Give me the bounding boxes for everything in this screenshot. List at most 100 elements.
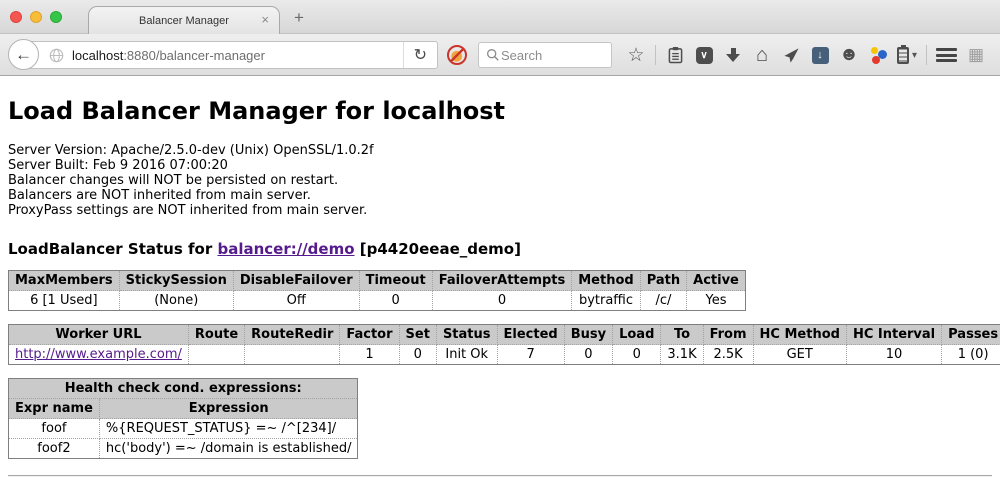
table-title-row: Health check cond. expressions: — [9, 379, 358, 399]
column-header: Status — [436, 325, 497, 345]
toolbar-divider — [655, 45, 656, 65]
toolbar-icons: ☆ ∨ ⌂ — [626, 34, 986, 76]
traffic-lights — [10, 11, 62, 23]
column-header: Path — [640, 271, 686, 291]
url-path: :8880/balancer-manager — [123, 48, 265, 63]
table-cell: (None) — [119, 291, 233, 311]
titlebar: Balancer Manager × + — [0, 0, 1000, 34]
table-row: foof2 hc('body') =~ /domain is establish… — [9, 439, 358, 459]
table-row: foof %{REQUEST_STATUS} =~ /^[234]/ — [9, 419, 358, 439]
column-header: Set — [399, 325, 436, 345]
table-title: Health check cond. expressions: — [9, 379, 358, 399]
page-title: Load Balancer Manager for localhost — [8, 97, 992, 125]
table-cell: 6 [1 Used] — [9, 291, 120, 311]
column-header: Factor — [340, 325, 399, 345]
status-suffix: [p4420eeae_demo] — [355, 240, 521, 258]
notice-line: Balancer changes will NOT be persisted o… — [8, 173, 992, 188]
table-cell — [245, 345, 340, 365]
table-cell: hc('body') =~ /domain is established/ — [99, 439, 358, 459]
browser-window: Balancer Manager × + ← localhost:8880/ba… — [0, 0, 1000, 491]
server-version-line: Server Version: Apache/2.5.0-dev (Unix) … — [8, 143, 992, 158]
table-cell: 0 — [359, 291, 432, 311]
table-cell: Yes — [687, 291, 746, 311]
balancer-status-heading: LoadBalancer Status for balancer://demo … — [8, 240, 992, 258]
balancer-settings-table: MaxMembers StickySession DisableFailover… — [8, 270, 746, 311]
page-content: Load Balancer Manager for localhost Serv… — [0, 76, 1000, 477]
window-minimize-button[interactable] — [30, 11, 42, 23]
column-header: Busy — [564, 325, 612, 345]
column-header: DisableFailover — [233, 271, 359, 291]
url-text: localhost:8880/balancer-manager — [72, 48, 265, 63]
search-bar[interactable] — [478, 42, 612, 68]
new-tab-button[interactable]: + — [294, 8, 304, 28]
table-cell: 7 — [497, 345, 564, 365]
table-cell: 0 — [564, 345, 612, 365]
colored-dots-extension-icon[interactable] — [868, 44, 888, 66]
column-header: HC Method — [753, 325, 846, 345]
column-header: HC Interval — [846, 325, 941, 345]
battery-extension-button[interactable]: ▾ — [897, 47, 917, 64]
health-check-table: Health check cond. expressions: Expr nam… — [8, 378, 358, 459]
table-cell: 10 — [846, 345, 941, 365]
balancer-demo-link[interactable]: balancer://demo — [217, 240, 354, 258]
table-cell: bytraffic — [572, 291, 640, 311]
table-cell: 0 — [399, 345, 436, 365]
column-header: RouteRedir — [245, 325, 340, 345]
column-header: From — [703, 325, 753, 345]
table-cell: http://www.example.com/ — [9, 345, 189, 365]
window-zoom-button[interactable] — [50, 11, 62, 23]
window-close-button[interactable] — [10, 11, 22, 23]
column-header: Timeout — [359, 271, 432, 291]
column-header: Active — [687, 271, 746, 291]
table-cell: 0 — [613, 345, 661, 365]
send-tab-icon[interactable] — [781, 44, 801, 66]
content-blocker-icon[interactable] — [447, 45, 467, 65]
table-cell: foof — [9, 419, 100, 439]
back-button[interactable]: ← — [8, 39, 39, 70]
table-cell: Init Ok — [436, 345, 497, 365]
dropdown-caret-icon: ▾ — [912, 50, 917, 61]
column-header: FailoverAttempts — [432, 271, 572, 291]
column-header: MaxMembers — [9, 271, 120, 291]
download-icon[interactable] — [723, 44, 743, 66]
pocket-icon[interactable]: ∨ — [694, 44, 714, 66]
search-input[interactable] — [501, 48, 605, 63]
notice-line: Balancers are NOT inherited from main se… — [8, 188, 992, 203]
reload-button[interactable]: ↻ — [403, 42, 437, 68]
toolbar-divider — [926, 45, 927, 65]
extension-download-icon[interactable]: ↓ — [810, 44, 830, 66]
reading-list-icon[interactable] — [665, 44, 685, 66]
home-icon[interactable]: ⌂ — [752, 44, 772, 66]
chat-smiley-icon[interactable]: ☻ — [839, 44, 859, 66]
column-header: Passes — [942, 325, 1000, 345]
table-cell: /c/ — [640, 291, 686, 311]
column-header: Expression — [99, 399, 358, 419]
table-cell: 2.5K — [703, 345, 753, 365]
menu-icon[interactable] — [936, 48, 957, 62]
table-cell: %{REQUEST_STATUS} =~ /^[234]/ — [99, 419, 358, 439]
table-header-row: Worker URL Route RouteRedir Factor Set S… — [9, 325, 1000, 345]
column-header: Load — [613, 325, 661, 345]
column-header: Elected — [497, 325, 564, 345]
column-header: Expr name — [9, 399, 100, 419]
table-cell: foof2 — [9, 439, 100, 459]
tab-title: Balancer Manager — [139, 15, 229, 27]
column-header: StickySession — [119, 271, 233, 291]
table-cell — [188, 345, 244, 365]
column-header: Method — [572, 271, 640, 291]
grid-icon[interactable]: ▦ — [966, 44, 986, 66]
table-cell: 3.1K — [661, 345, 703, 365]
worker-url-link[interactable]: http://www.example.com/ — [15, 347, 182, 362]
table-row: http://www.example.com/ 1 0 Init Ok 7 0 … — [9, 345, 1000, 365]
tab-close-icon[interactable]: × — [261, 13, 269, 26]
column-header: Worker URL — [9, 325, 189, 345]
bookmark-star-icon[interactable]: ☆ — [626, 44, 646, 66]
column-header: Route — [188, 325, 244, 345]
url-bar[interactable]: localhost:8880/balancer-manager ↻ — [24, 41, 438, 69]
worker-table: Worker URL Route RouteRedir Factor Set S… — [8, 324, 1000, 365]
table-cell: 0 — [432, 291, 572, 311]
navigation-toolbar: ← localhost:8880/balancer-manager ↻ — [0, 34, 1000, 76]
tab-balancer-manager[interactable]: Balancer Manager × — [88, 6, 280, 34]
url-host: localhost — [72, 48, 123, 63]
table-cell: Off — [233, 291, 359, 311]
